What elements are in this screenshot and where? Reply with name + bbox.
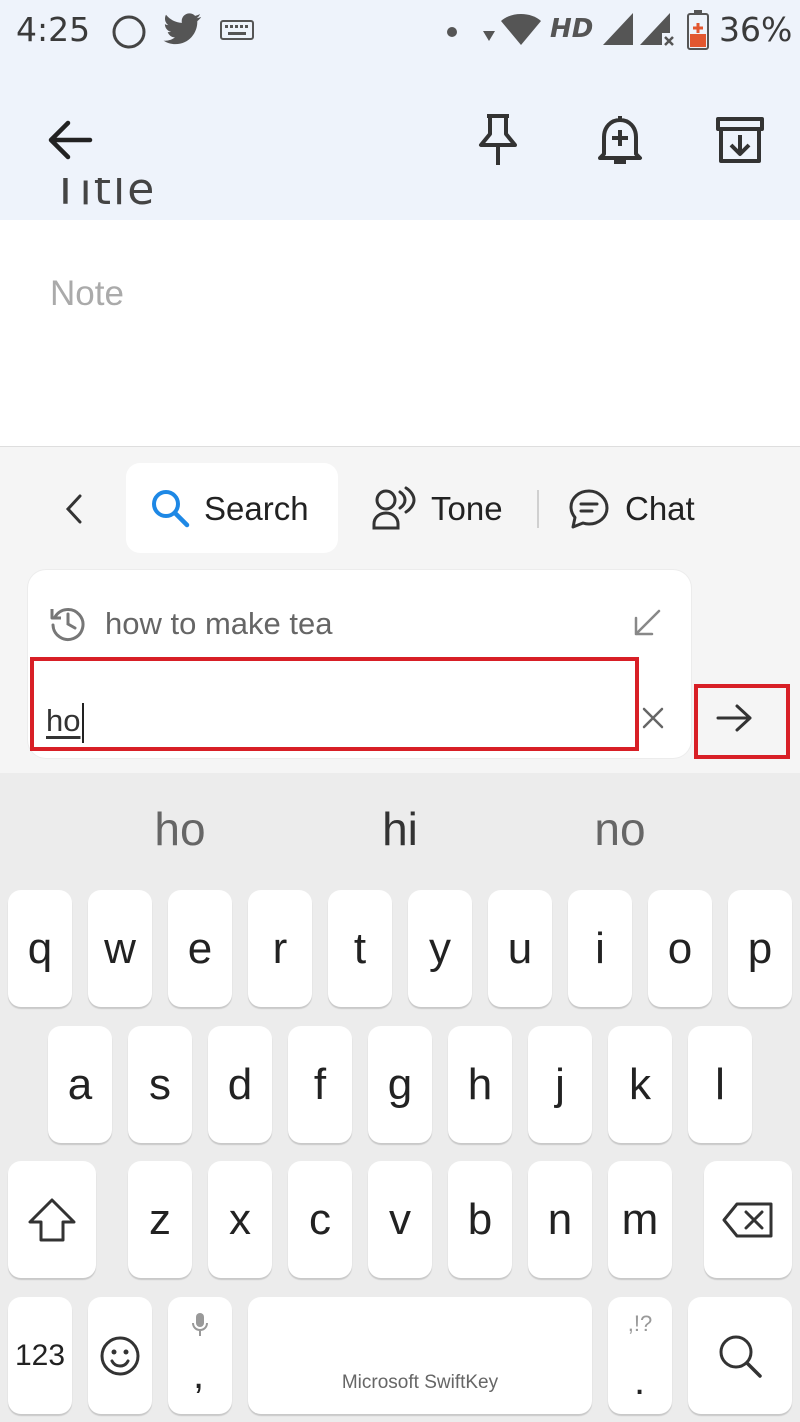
tab-chat-label[interactable]: Chat (625, 490, 695, 528)
key-l[interactable]: l (688, 1026, 752, 1143)
tab-tone-label[interactable]: Tone (431, 490, 503, 528)
dot-icon (446, 26, 458, 38)
toolbar-back-chevron-icon[interactable] (62, 492, 88, 526)
key-g[interactable]: g (368, 1026, 432, 1143)
search-key-icon (719, 1335, 762, 1378)
archive-icon[interactable] (714, 115, 766, 165)
microphone-icon (192, 1313, 208, 1336)
tab-divider (537, 490, 539, 528)
key-d[interactable]: d (208, 1026, 272, 1143)
text-caret (82, 703, 84, 743)
period-key[interactable]: ,!? . (608, 1297, 672, 1414)
key-c[interactable]: c (288, 1161, 352, 1278)
comma-key[interactable]: , (168, 1297, 232, 1414)
emoji-key[interactable] (88, 1297, 152, 1414)
key-b[interactable]: b (448, 1161, 512, 1278)
history-clock-icon (48, 603, 88, 643)
key-h[interactable]: h (448, 1026, 512, 1143)
pin-icon[interactable] (476, 112, 520, 168)
key-k[interactable]: k (608, 1026, 672, 1143)
key-o[interactable]: o (648, 890, 712, 1007)
key-e[interactable]: e (168, 890, 232, 1007)
key-r[interactable]: r (248, 890, 312, 1007)
back-arrow-icon[interactable] (46, 116, 94, 164)
search-input-value: ho (46, 703, 81, 738)
status-time: 4:25 (16, 10, 91, 49)
key-j[interactable]: j (528, 1026, 592, 1143)
chat-icon[interactable] (568, 488, 610, 530)
key-q[interactable]: q (8, 890, 72, 1007)
battery-percentage: 36% (719, 10, 793, 49)
tab-search-label: Search (204, 490, 309, 527)
key-p[interactable]: p (728, 890, 792, 1007)
note-title-text: Title (52, 178, 157, 215)
search-key[interactable] (688, 1297, 792, 1414)
twitter-icon (163, 13, 203, 47)
key-z[interactable]: z (128, 1161, 192, 1278)
signal-icon (602, 12, 634, 46)
numbers-key[interactable]: 123 (8, 1297, 72, 1414)
shift-key[interactable] (8, 1161, 96, 1278)
battery-charging-icon (686, 10, 710, 50)
note-body-field[interactable]: Note (50, 274, 124, 314)
key-w[interactable]: w (88, 890, 152, 1007)
tone-icon[interactable] (370, 486, 418, 532)
key-a[interactable]: a (48, 1026, 112, 1143)
reminder-bell-icon[interactable] (596, 112, 644, 168)
note-title-field[interactable]: Title (52, 178, 172, 218)
punctuation-hint: ,!? (627, 1311, 653, 1336)
backspace-key[interactable] (704, 1161, 792, 1278)
key-m[interactable]: m (608, 1161, 672, 1278)
search-icon (150, 488, 190, 528)
circle-icon (110, 13, 148, 51)
search-input[interactable] (30, 657, 639, 751)
key-t[interactable]: t (328, 890, 392, 1007)
wifi-icon (500, 12, 542, 46)
signal-noservice-icon (639, 12, 675, 48)
suggestion-3[interactable]: no (520, 802, 720, 856)
suggestion-1[interactable]: ho (80, 802, 280, 856)
shift-icon (28, 1198, 76, 1241)
key-i[interactable]: i (568, 890, 632, 1007)
key-y[interactable]: y (408, 890, 472, 1007)
key-n[interactable]: n (528, 1161, 592, 1278)
backspace-icon (722, 1202, 773, 1237)
suggestion-2[interactable]: hi (300, 802, 500, 856)
emoji-icon (100, 1336, 140, 1375)
submit-arrow-icon (715, 703, 753, 733)
key-x[interactable]: x (208, 1161, 272, 1278)
clear-input-icon[interactable] (641, 706, 665, 730)
insert-suggestion-arrow-icon[interactable] (632, 608, 662, 638)
space-key-label: Microsoft SwiftKey (341, 1372, 499, 1393)
data-arrows-icon (482, 28, 496, 42)
key-s[interactable]: s (128, 1026, 192, 1143)
key-u[interactable]: u (488, 890, 552, 1007)
key-f[interactable]: f (288, 1026, 352, 1143)
key-v[interactable]: v (368, 1161, 432, 1278)
search-history-item[interactable]: how to make tea (105, 606, 332, 642)
network-type-label: HD (550, 14, 594, 44)
space-key[interactable]: Microsoft SwiftKey (248, 1297, 592, 1414)
keyboard-icon (220, 20, 254, 40)
